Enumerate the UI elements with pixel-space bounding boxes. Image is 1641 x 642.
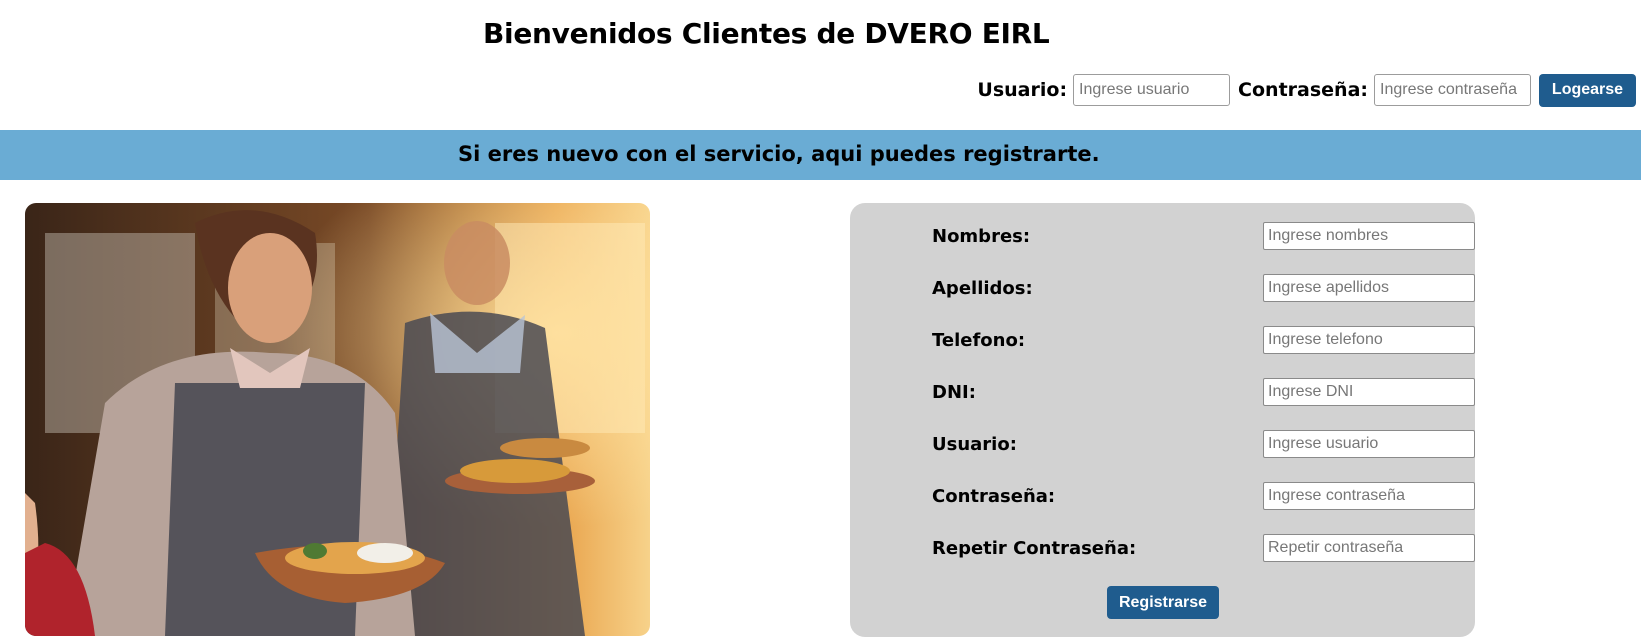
apellidos-input[interactable] <box>1263 274 1475 302</box>
restaurant-staff-illustration <box>25 203 650 636</box>
register-label-telefono: Telefono: <box>932 330 1026 351</box>
restaurant-staff-photo <box>25 203 650 636</box>
register-button[interactable]: Registrarse <box>1107 586 1219 619</box>
usuario-input[interactable] <box>1263 430 1475 458</box>
login-password-label: Contraseña: <box>1238 79 1368 101</box>
register-label-nombres: Nombres: <box>932 226 1031 247</box>
register-field-contrasena: Contraseña: <box>932 482 1475 510</box>
login-password-input[interactable] <box>1374 74 1531 106</box>
repetir-contrasena-input[interactable] <box>1263 534 1475 562</box>
login-user-input[interactable] <box>1073 74 1231 106</box>
register-field-apellidos: Apellidos: <box>932 274 1475 302</box>
dni-input[interactable] <box>1263 378 1475 406</box>
register-label-repetir-contrasena: Repetir Contraseña: <box>932 538 1137 559</box>
register-label-dni: DNI: <box>932 382 976 403</box>
register-label-usuario: Usuario: <box>932 434 1017 455</box>
register-field-telefono: Telefono: <box>932 326 1475 354</box>
register-banner-text: Si eres nuevo con el servicio, aqui pued… <box>458 142 1100 166</box>
register-label-contrasena: Contraseña: <box>932 486 1056 507</box>
login-bar: Usuario: Contraseña: Logearse <box>977 73 1636 107</box>
register-field-usuario: Usuario: <box>932 430 1475 458</box>
register-form: Nombres: Apellidos: Telefono: DNI: Usuar… <box>850 203 1475 637</box>
register-field-repetir-contrasena: Repetir Contraseña: <box>932 534 1475 562</box>
register-field-dni: DNI: <box>932 378 1475 406</box>
login-user-label: Usuario: <box>977 79 1068 101</box>
register-banner: Si eres nuevo con el servicio, aqui pued… <box>0 130 1641 180</box>
register-field-nombres: Nombres: <box>932 222 1475 250</box>
register-label-apellidos: Apellidos: <box>932 278 1033 299</box>
nombres-input[interactable] <box>1263 222 1475 250</box>
page-title: Bienvenidos Clientes de DVERO EIRL <box>483 17 1050 50</box>
telefono-input[interactable] <box>1263 326 1475 354</box>
login-button[interactable]: Logearse <box>1539 73 1636 107</box>
contrasena-input[interactable] <box>1263 482 1475 510</box>
